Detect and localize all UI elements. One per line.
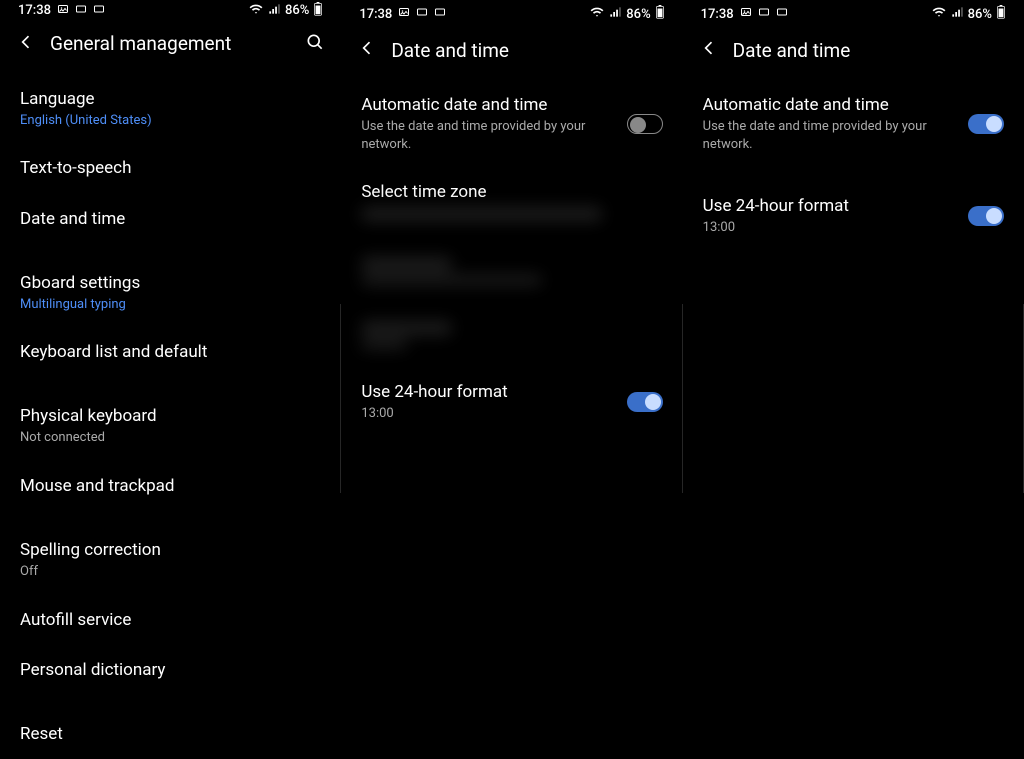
battery-icon xyxy=(313,2,323,20)
screen-header: Date and time xyxy=(341,28,682,80)
item-sub: Use the date and time provided by your n… xyxy=(703,118,958,153)
item-label: Date and time xyxy=(20,208,321,230)
redacted-item xyxy=(341,239,682,303)
image-icon xyxy=(740,6,752,22)
item-mouse-trackpad[interactable]: Mouse and trackpad xyxy=(0,461,341,511)
item-label: Autofill service xyxy=(20,609,321,631)
item-label: Mouse and trackpad xyxy=(20,475,321,497)
item-reset[interactable]: Reset xyxy=(0,709,341,759)
screen-title: Date and time xyxy=(391,39,666,62)
item-label: Reset xyxy=(20,723,321,745)
item-label: Language xyxy=(20,88,321,110)
image-icon xyxy=(398,6,410,22)
screen-title: Date and time xyxy=(733,39,1008,62)
item-label: Personal dictionary xyxy=(20,659,321,681)
item-label: Keyboard list and default xyxy=(20,341,321,363)
screen-header: Date and time xyxy=(683,28,1024,80)
battery-icon xyxy=(655,5,665,23)
status-bar: 17:38 86% xyxy=(683,0,1024,28)
item-language[interactable]: Language English (United States) xyxy=(0,74,341,144)
item-select-tz[interactable]: Select time zone xyxy=(341,167,682,239)
wifi-icon xyxy=(590,5,604,23)
signal-icon xyxy=(267,2,281,20)
screen-title: General management xyxy=(50,32,291,55)
back-icon[interactable] xyxy=(16,32,36,56)
item-spelling[interactable]: Spelling correction Off xyxy=(0,525,341,595)
signal-icon xyxy=(608,5,622,23)
item-sub: 13:00 xyxy=(703,219,958,237)
item-label: Use 24-hour format xyxy=(361,381,616,403)
item-24h[interactable]: Use 24-hour format 13:00 xyxy=(683,181,1024,251)
item-sub: Not connected xyxy=(20,429,321,447)
status-bar: 17:38 86% xyxy=(0,0,341,22)
item-autofill[interactable]: Autofill service xyxy=(0,595,341,645)
battery-icon xyxy=(996,5,1006,23)
battery-percent: 86% xyxy=(626,7,650,22)
item-auto-date[interactable]: Automatic date and time Use the date and… xyxy=(683,80,1024,167)
status-time: 17:38 xyxy=(701,7,734,22)
card-icon xyxy=(416,6,428,22)
item-sub: Multilingual typing xyxy=(20,296,321,314)
image-icon xyxy=(57,3,69,19)
back-icon[interactable] xyxy=(357,38,377,62)
item-label: Automatic date and time xyxy=(361,94,616,116)
signal-icon xyxy=(950,5,964,23)
screen-header: General management xyxy=(0,22,341,74)
settings-list: Language English (United States) Text-to… xyxy=(0,74,341,759)
card-icon xyxy=(758,6,770,22)
item-sub: English (United States) xyxy=(20,112,321,130)
back-icon[interactable] xyxy=(699,38,719,62)
item-gboard[interactable]: Gboard settings Multilingual typing xyxy=(0,258,341,328)
item-label: Select time zone xyxy=(361,181,662,203)
item-sub: Use the date and time provided by your n… xyxy=(361,118,616,153)
redacted-content xyxy=(361,207,662,221)
wifi-icon xyxy=(249,2,263,20)
item-label: Use 24-hour format xyxy=(703,195,958,217)
settings-list: Automatic date and time Use the date and… xyxy=(341,80,682,437)
item-label: Automatic date and time xyxy=(703,94,958,116)
search-icon[interactable] xyxy=(305,32,325,56)
card-icon-2 xyxy=(434,6,446,22)
item-physical-keyboard[interactable]: Physical keyboard Not connected xyxy=(0,391,341,461)
item-auto-date[interactable]: Automatic date and time Use the date and… xyxy=(341,80,682,167)
item-24h[interactable]: Use 24-hour format 13:00 xyxy=(341,367,682,437)
card-icon xyxy=(75,3,87,19)
item-sub: Off xyxy=(20,563,321,581)
status-bar: 17:38 86% xyxy=(341,0,682,28)
wifi-icon xyxy=(932,5,946,23)
item-label: Gboard settings xyxy=(20,272,321,294)
toggle-24h[interactable] xyxy=(627,392,663,412)
item-date-time[interactable]: Date and time xyxy=(0,194,341,244)
battery-percent: 86% xyxy=(968,7,992,22)
card-icon-2 xyxy=(776,6,788,22)
panel-date-time-on: 17:38 86% Date and time Automatic date a… xyxy=(683,0,1024,759)
settings-list: Automatic date and time Use the date and… xyxy=(683,80,1024,251)
item-sub: 13:00 xyxy=(361,405,616,423)
item-label: Physical keyboard xyxy=(20,405,321,427)
toggle-auto-date[interactable] xyxy=(627,114,663,134)
item-label: Text-to-speech xyxy=(20,157,321,179)
item-label: Spelling correction xyxy=(20,539,321,561)
battery-percent: 86% xyxy=(285,3,309,18)
status-time: 17:38 xyxy=(359,7,392,22)
redacted-item xyxy=(341,303,682,367)
item-keyboard-list[interactable]: Keyboard list and default xyxy=(0,327,341,377)
card-icon-2 xyxy=(93,3,105,19)
item-tts[interactable]: Text-to-speech xyxy=(0,143,341,193)
toggle-auto-date[interactable] xyxy=(968,114,1004,134)
item-dictionary[interactable]: Personal dictionary xyxy=(0,645,341,695)
toggle-24h[interactable] xyxy=(968,206,1004,226)
status-time: 17:38 xyxy=(18,3,51,18)
panel-general-management: 17:38 86% Gen xyxy=(0,0,341,759)
panel-date-time-off: 17:38 86% Date and time Automatic date a… xyxy=(341,0,682,759)
